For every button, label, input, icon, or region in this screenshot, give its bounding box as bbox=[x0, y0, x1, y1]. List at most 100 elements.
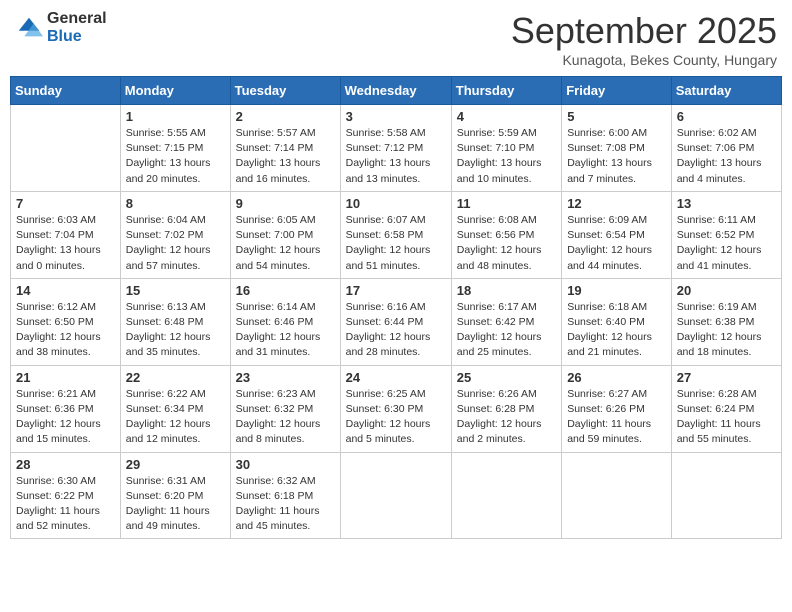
day-info: Sunrise: 6:00 AM Sunset: 7:08 PM Dayligh… bbox=[567, 126, 666, 187]
calendar-cell: 12Sunrise: 6:09 AM Sunset: 6:54 PM Dayli… bbox=[562, 191, 672, 278]
day-info: Sunrise: 6:18 AM Sunset: 6:40 PM Dayligh… bbox=[567, 300, 666, 361]
calendar-cell: 26Sunrise: 6:27 AM Sunset: 6:26 PM Dayli… bbox=[562, 365, 672, 452]
calendar-cell: 29Sunrise: 6:31 AM Sunset: 6:20 PM Dayli… bbox=[120, 452, 230, 539]
calendar-cell: 21 Sunrise: 6:21 AM Sunset: 6:36 PM Dayli… bbox=[11, 365, 121, 452]
day-of-week-header: Saturday bbox=[671, 77, 781, 105]
day-number: 14 bbox=[16, 283, 115, 298]
calendar-cell: 16 Sunrise: 6:14 AM Sunset: 6:46 PM Dayli… bbox=[230, 278, 340, 365]
calendar-week-row: 1 Sunrise: 5:55 AM Sunset: 7:15 PM Daylig… bbox=[11, 105, 782, 192]
calendar-body: 1 Sunrise: 5:55 AM Sunset: 7:15 PM Daylig… bbox=[11, 105, 782, 539]
day-info: Sunrise: 6:31 AM Sunset: 6:20 PM Dayligh… bbox=[126, 474, 225, 535]
day-of-week-header: Tuesday bbox=[230, 77, 340, 105]
day-number: 21 bbox=[16, 370, 115, 385]
day-info: Sunrise: 6:08 AM Sunset: 6:56 PM Dayligh… bbox=[457, 213, 556, 274]
calendar-cell: 27Sunrise: 6:28 AM Sunset: 6:24 PM Dayli… bbox=[671, 365, 781, 452]
title-block: September 2025 Kunagota, Bekes County, H… bbox=[511, 10, 777, 68]
calendar-cell: 10 Sunrise: 6:07 AM Sunset: 6:58 PM Dayli… bbox=[340, 191, 451, 278]
day-number: 12 bbox=[567, 196, 666, 211]
day-info: Sunrise: 6:17 AM Sunset: 6:42 PM Dayligh… bbox=[457, 300, 556, 361]
day-number: 11 bbox=[457, 196, 556, 211]
day-number: 26 bbox=[567, 370, 666, 385]
day-info: Sunrise: 6:22 AM Sunset: 6:34 PM Dayligh… bbox=[126, 387, 225, 448]
day-number: 27 bbox=[677, 370, 776, 385]
day-info: Sunrise: 6:25 AM Sunset: 6:30 PM Dayligh… bbox=[346, 387, 446, 448]
day-info: Sunrise: 6:14 AM Sunset: 6:46 PM Dayligh… bbox=[236, 300, 335, 361]
day-number: 3 bbox=[346, 109, 446, 124]
calendar-cell: 17 Sunrise: 6:16 AM Sunset: 6:44 PM Dayli… bbox=[340, 278, 451, 365]
day-number: 19 bbox=[567, 283, 666, 298]
day-of-week-header: Monday bbox=[120, 77, 230, 105]
day-info: Sunrise: 6:04 AM Sunset: 7:02 PM Dayligh… bbox=[126, 213, 225, 274]
calendar-week-row: 21 Sunrise: 6:21 AM Sunset: 6:36 PM Dayli… bbox=[11, 365, 782, 452]
day-number: 28 bbox=[16, 457, 115, 472]
day-info: Sunrise: 6:05 AM Sunset: 7:00 PM Dayligh… bbox=[236, 213, 335, 274]
calendar-cell: 30 Sunrise: 6:32 AM Sunset: 6:18 PM Dayli… bbox=[230, 452, 340, 539]
logo-text: General Blue bbox=[47, 10, 107, 45]
calendar-cell: 1 Sunrise: 5:55 AM Sunset: 7:15 PM Daylig… bbox=[120, 105, 230, 192]
day-of-week-header: Sunday bbox=[11, 77, 121, 105]
calendar-week-row: 14 Sunrise: 6:12 AM Sunset: 6:50 PM Dayli… bbox=[11, 278, 782, 365]
calendar-cell: 24 Sunrise: 6:25 AM Sunset: 6:30 PM Dayli… bbox=[340, 365, 451, 452]
calendar-cell: 23Sunrise: 6:23 AM Sunset: 6:32 PM Dayli… bbox=[230, 365, 340, 452]
day-number: 20 bbox=[677, 283, 776, 298]
day-info: Sunrise: 5:57 AM Sunset: 7:14 PM Dayligh… bbox=[236, 126, 335, 187]
calendar-cell bbox=[562, 452, 672, 539]
calendar-cell: 11 Sunrise: 6:08 AM Sunset: 6:56 PM Dayli… bbox=[451, 191, 561, 278]
calendar-cell: 2Sunrise: 5:57 AM Sunset: 7:14 PM Daylig… bbox=[230, 105, 340, 192]
calendar-cell: 9 Sunrise: 6:05 AM Sunset: 7:00 PM Daylig… bbox=[230, 191, 340, 278]
calendar-table: SundayMondayTuesdayWednesdayThursdayFrid… bbox=[10, 76, 782, 539]
day-info: Sunrise: 6:13 AM Sunset: 6:48 PM Dayligh… bbox=[126, 300, 225, 361]
page-header: General Blue September 2025 Kunagota, Be… bbox=[10, 10, 782, 68]
day-number: 6 bbox=[677, 109, 776, 124]
logo-icon bbox=[15, 14, 43, 42]
day-number: 25 bbox=[457, 370, 556, 385]
day-number: 7 bbox=[16, 196, 115, 211]
calendar-cell: 3 Sunrise: 5:58 AM Sunset: 7:12 PM Daylig… bbox=[340, 105, 451, 192]
day-info: Sunrise: 6:11 AM Sunset: 6:52 PM Dayligh… bbox=[677, 213, 776, 274]
day-of-week-header: Friday bbox=[562, 77, 672, 105]
day-info: Sunrise: 6:02 AM Sunset: 7:06 PM Dayligh… bbox=[677, 126, 776, 187]
logo: General Blue bbox=[15, 10, 107, 45]
calendar-cell: 25Sunrise: 6:26 AM Sunset: 6:28 PM Dayli… bbox=[451, 365, 561, 452]
calendar-cell: 14 Sunrise: 6:12 AM Sunset: 6:50 PM Dayli… bbox=[11, 278, 121, 365]
day-info: Sunrise: 6:32 AM Sunset: 6:18 PM Dayligh… bbox=[236, 474, 335, 535]
day-number: 5 bbox=[567, 109, 666, 124]
day-info: Sunrise: 6:19 AM Sunset: 6:38 PM Dayligh… bbox=[677, 300, 776, 361]
day-number: 30 bbox=[236, 457, 335, 472]
day-number: 18 bbox=[457, 283, 556, 298]
day-number: 16 bbox=[236, 283, 335, 298]
day-info: Sunrise: 6:16 AM Sunset: 6:44 PM Dayligh… bbox=[346, 300, 446, 361]
calendar-cell: 8 Sunrise: 6:04 AM Sunset: 7:02 PM Daylig… bbox=[120, 191, 230, 278]
month-title: September 2025 bbox=[511, 10, 777, 52]
calendar-cell: 7 Sunrise: 6:03 AM Sunset: 7:04 PM Daylig… bbox=[11, 191, 121, 278]
calendar-week-row: 7 Sunrise: 6:03 AM Sunset: 7:04 PM Daylig… bbox=[11, 191, 782, 278]
day-info: Sunrise: 5:55 AM Sunset: 7:15 PM Dayligh… bbox=[126, 126, 225, 187]
calendar-cell: 13 Sunrise: 6:11 AM Sunset: 6:52 PM Dayli… bbox=[671, 191, 781, 278]
logo-general-text: General bbox=[47, 10, 107, 28]
day-number: 10 bbox=[346, 196, 446, 211]
day-number: 8 bbox=[126, 196, 225, 211]
day-info: Sunrise: 6:03 AM Sunset: 7:04 PM Dayligh… bbox=[16, 213, 115, 274]
day-number: 24 bbox=[346, 370, 446, 385]
day-number: 22 bbox=[126, 370, 225, 385]
calendar-cell: 19 Sunrise: 6:18 AM Sunset: 6:40 PM Dayli… bbox=[562, 278, 672, 365]
calendar-cell bbox=[671, 452, 781, 539]
day-info: Sunrise: 6:23 AM Sunset: 6:32 PM Dayligh… bbox=[236, 387, 335, 448]
day-info: Sunrise: 5:58 AM Sunset: 7:12 PM Dayligh… bbox=[346, 126, 446, 187]
day-info: Sunrise: 6:07 AM Sunset: 6:58 PM Dayligh… bbox=[346, 213, 446, 274]
day-of-week-header: Thursday bbox=[451, 77, 561, 105]
calendar-cell bbox=[11, 105, 121, 192]
day-of-week-header: Wednesday bbox=[340, 77, 451, 105]
day-info: Sunrise: 6:21 AM Sunset: 6:36 PM Dayligh… bbox=[16, 387, 115, 448]
calendar-cell: 28Sunrise: 6:30 AM Sunset: 6:22 PM Dayli… bbox=[11, 452, 121, 539]
day-info: Sunrise: 6:12 AM Sunset: 6:50 PM Dayligh… bbox=[16, 300, 115, 361]
calendar-cell: 22 Sunrise: 6:22 AM Sunset: 6:34 PM Dayli… bbox=[120, 365, 230, 452]
day-number: 17 bbox=[346, 283, 446, 298]
calendar-header-row: SundayMondayTuesdayWednesdayThursdayFrid… bbox=[11, 77, 782, 105]
location-subtitle: Kunagota, Bekes County, Hungary bbox=[511, 52, 777, 68]
day-number: 1 bbox=[126, 109, 225, 124]
day-number: 9 bbox=[236, 196, 335, 211]
logo-blue-text: Blue bbox=[47, 28, 107, 46]
calendar-cell: 6 Sunrise: 6:02 AM Sunset: 7:06 PM Daylig… bbox=[671, 105, 781, 192]
day-number: 13 bbox=[677, 196, 776, 211]
